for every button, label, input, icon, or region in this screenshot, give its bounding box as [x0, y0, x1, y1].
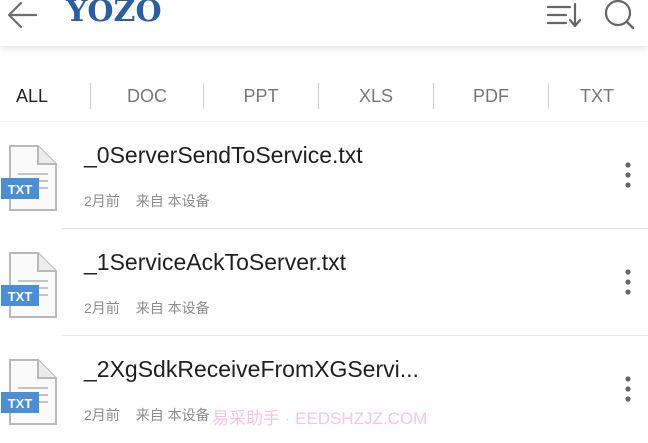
file-type-badge: TXT — [8, 289, 33, 304]
back-button[interactable] — [2, 0, 42, 32]
file-source: 来自 本设备 — [135, 300, 210, 316]
more-options-icon[interactable] — [616, 267, 640, 297]
file-name: _1ServiceAckToServer.txt — [84, 249, 347, 275]
file-meta: 2月前 来自 本设备 — [84, 191, 226, 211]
file-source: 来自 本设备 — [135, 193, 210, 209]
file-meta: 2月前 来自 本设备 — [84, 405, 226, 425]
file-time: 2月前 — [84, 300, 120, 316]
file-type-tabs: ALL DOC PPT XLS PDF TXT — [0, 70, 648, 122]
txt-file-icon: TXT — [1, 359, 57, 425]
tab-xls[interactable]: XLS — [319, 86, 433, 107]
more-options-icon[interactable] — [616, 160, 640, 190]
more-options-icon[interactable] — [616, 374, 640, 404]
tab-txt[interactable]: TXT — [549, 86, 645, 107]
tab-ppt[interactable]: PPT — [204, 86, 318, 107]
file-time: 2月前 — [84, 193, 120, 209]
txt-file-icon: TXT — [1, 252, 57, 318]
sort-button[interactable] — [544, 0, 584, 32]
file-list-item[interactable]: TXT _0ServerSendToService.txt 2月前 来自 本设备 — [0, 122, 648, 229]
file-list-item[interactable]: TXT _1ServiceAckToServer.txt 2月前 来自 本设备 — [0, 229, 648, 336]
sort-list-icon — [546, 2, 582, 28]
tab-pdf[interactable]: PDF — [434, 86, 548, 107]
file-type-badge: TXT — [8, 182, 33, 197]
app-header: YOZO — [0, 0, 648, 46]
txt-file-icon: TXT — [1, 145, 57, 211]
file-source: 来自 本设备 — [135, 407, 210, 423]
tab-all[interactable]: ALL — [0, 86, 64, 107]
file-name: _0ServerSendToService.txt — [84, 142, 363, 168]
watermark: 易采助手 · EEDSHZJZ.COM — [212, 409, 428, 428]
search-button[interactable] — [600, 0, 638, 32]
file-type-badge: TXT — [8, 396, 33, 411]
tab-doc[interactable]: DOC — [91, 86, 203, 107]
app-logo: YOZO — [66, 0, 162, 29]
arrow-left-icon — [7, 1, 38, 29]
search-icon — [604, 0, 635, 30]
file-name: _2XgSdkReceiveFromXGServi... — [84, 356, 419, 382]
file-time: 2月前 — [84, 407, 120, 423]
file-meta: 2月前 来自 本设备 — [84, 298, 226, 318]
